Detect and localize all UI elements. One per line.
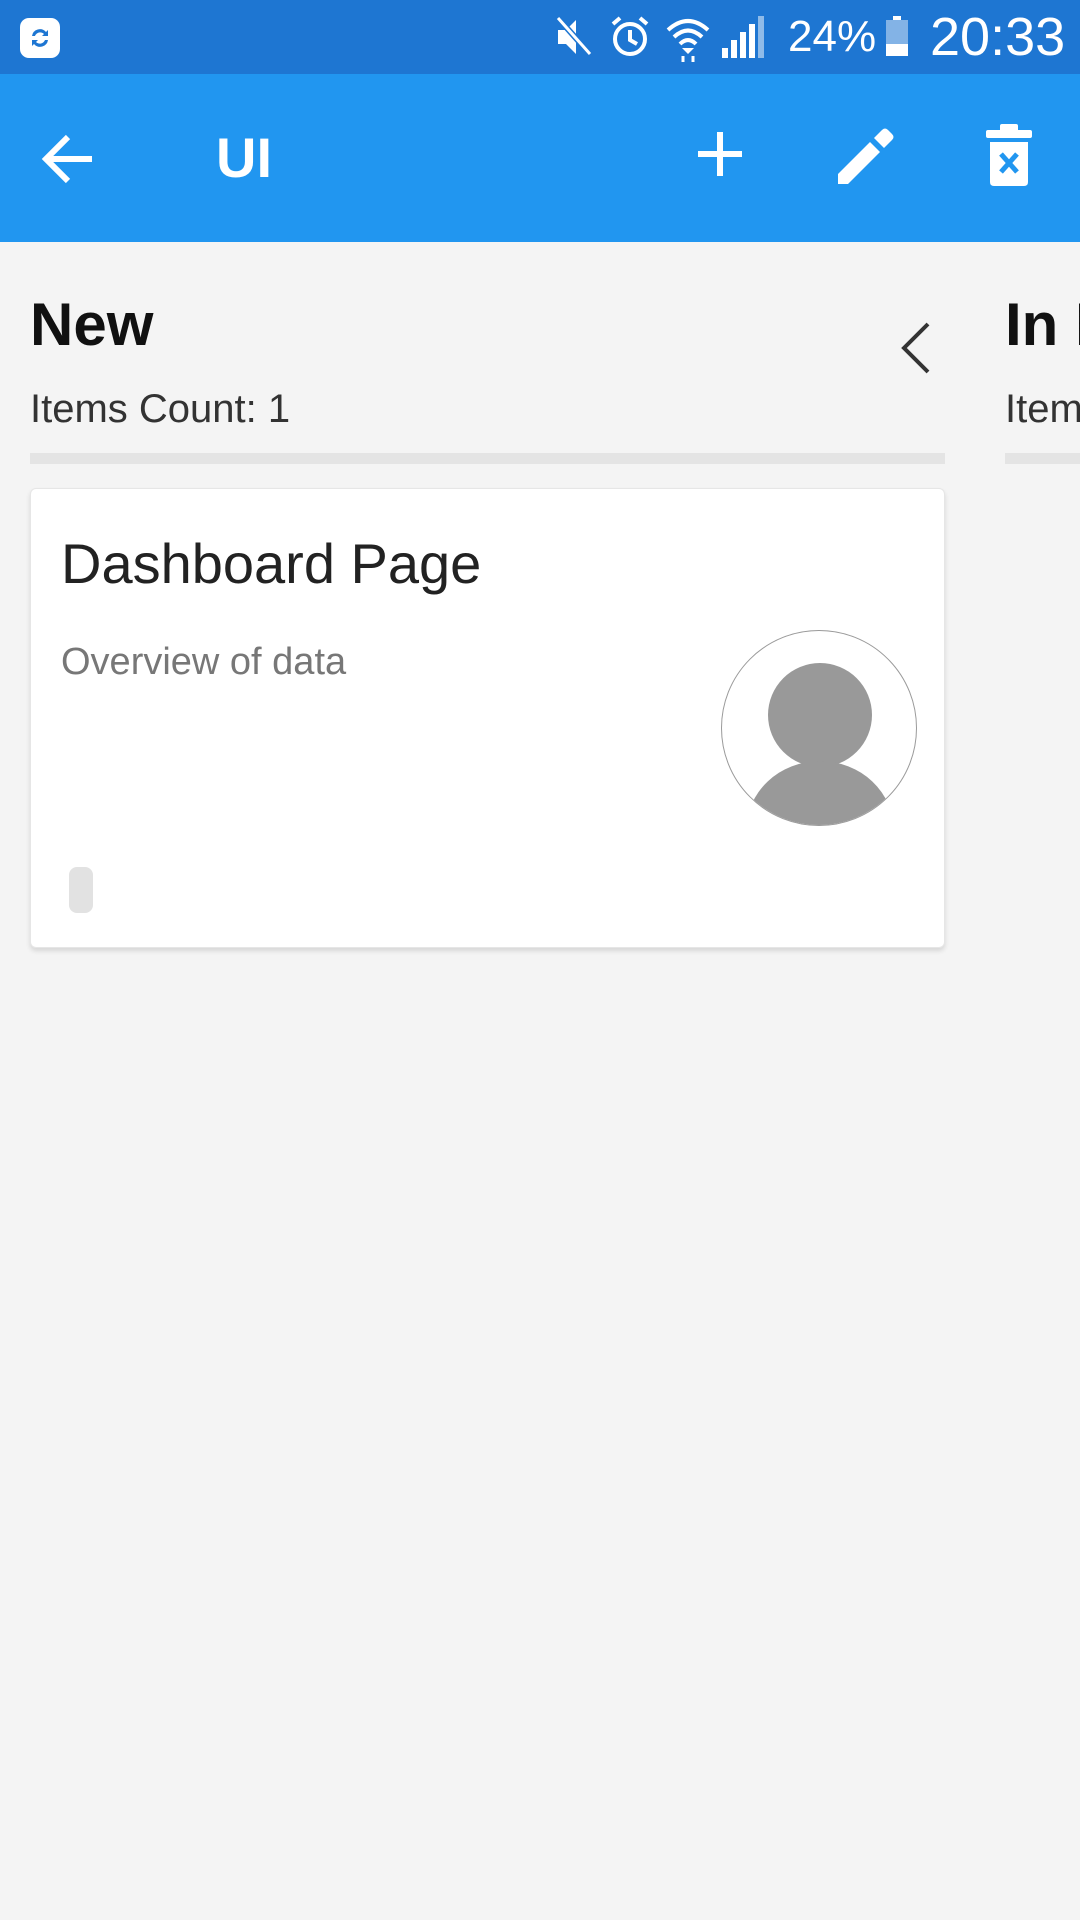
signal-icon bbox=[722, 16, 764, 58]
battery-icon bbox=[886, 16, 908, 56]
mute-icon bbox=[555, 16, 593, 56]
items-count: Item bbox=[1005, 387, 1080, 431]
battery-percent: 24% bbox=[788, 12, 877, 61]
column-divider bbox=[1005, 453, 1080, 464]
alarm-icon bbox=[611, 16, 649, 56]
person-icon bbox=[746, 663, 894, 825]
column-title: In P bbox=[1005, 291, 1080, 358]
sync-app-icon bbox=[20, 18, 60, 58]
avatar bbox=[721, 630, 917, 826]
task-card[interactable]: Dashboard Page Overview of data bbox=[30, 488, 945, 948]
clock: 20:33 bbox=[930, 7, 1066, 67]
back-arrow-icon bbox=[41, 134, 92, 184]
kanban-board[interactable]: New Items Count: 1 Dashboard Page Overvi… bbox=[0, 242, 1080, 1920]
column-title: New bbox=[30, 291, 154, 358]
column-in-progress: In P Item bbox=[1005, 242, 1080, 1920]
delete-button[interactable] bbox=[984, 124, 1034, 190]
collapse-column-button[interactable] bbox=[898, 320, 934, 380]
items-count: Items Count: 1 bbox=[30, 387, 291, 431]
card-description: Overview of data bbox=[61, 641, 347, 683]
delete-icon bbox=[986, 124, 1032, 186]
column-new: New Items Count: 1 Dashboard Page Overvi… bbox=[30, 242, 945, 1920]
column-divider bbox=[30, 453, 945, 464]
pencil-icon bbox=[838, 128, 894, 184]
plus-icon bbox=[698, 132, 742, 176]
page-title: UI bbox=[216, 126, 272, 189]
back-button[interactable] bbox=[36, 126, 102, 192]
chevron-left-icon bbox=[901, 322, 930, 374]
label-chip bbox=[69, 867, 93, 913]
edit-button[interactable] bbox=[832, 124, 896, 188]
wifi-icon bbox=[666, 19, 710, 62]
app-bar: UI bbox=[0, 74, 1080, 242]
add-button[interactable] bbox=[690, 124, 750, 184]
status-bar: 24% 20:33 bbox=[0, 0, 1080, 74]
card-title: Dashboard Page bbox=[61, 532, 482, 595]
